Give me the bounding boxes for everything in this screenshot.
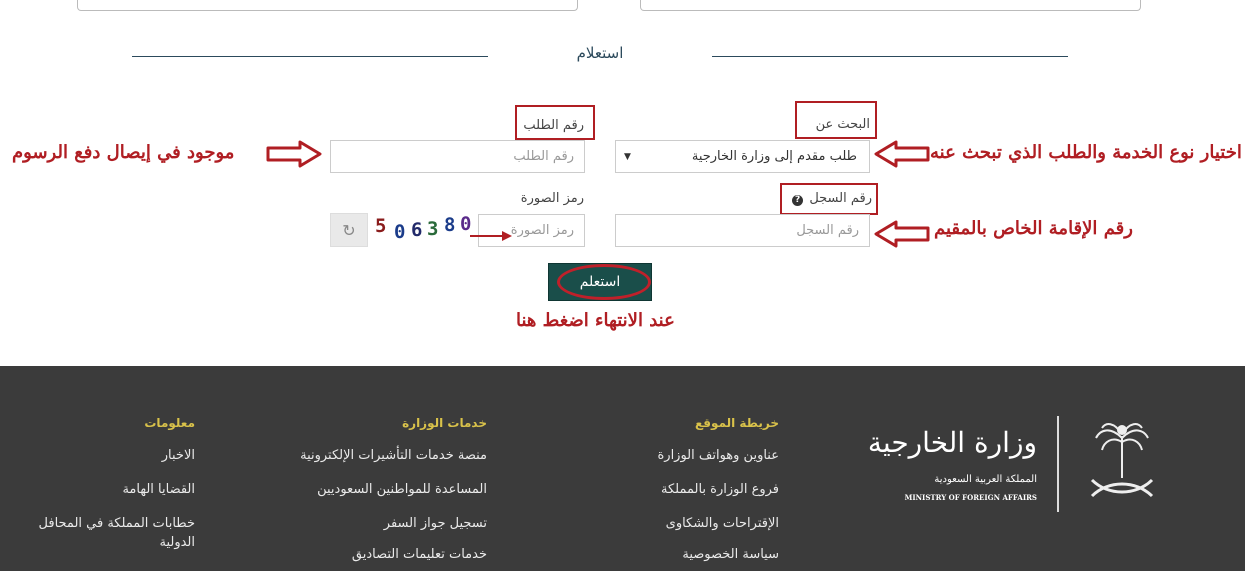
ministry-name-ar: وزارة الخارجية bbox=[867, 426, 1037, 459]
footer-link[interactable]: القضايا الهامة bbox=[122, 480, 195, 499]
captcha-label: رمز الصورة bbox=[520, 191, 584, 206]
captcha-arrow-icon bbox=[470, 231, 512, 241]
captcha-digit: 3 bbox=[427, 218, 443, 240]
footer-link[interactable]: المساعدة للمواطنين السعوديين bbox=[317, 480, 487, 499]
captcha-image: 5 0 6 3 8 0 bbox=[368, 213, 478, 247]
captcha-placeholder: رمز الصورة bbox=[510, 223, 574, 238]
search-by-highlight bbox=[795, 101, 877, 139]
submit-button[interactable]: استعلم bbox=[548, 263, 652, 301]
submit-note: عند الانتهاء اضغط هنا bbox=[516, 310, 675, 331]
chevron-down-icon: ▼ bbox=[624, 151, 631, 162]
footer: خريطة الموقع عناوين وهواتف الوزارة فروع … bbox=[0, 366, 1245, 571]
captcha-digit: 5 bbox=[375, 215, 391, 237]
refresh-icon[interactable]: ↻ bbox=[330, 213, 368, 247]
search-by-note: اختيار نوع الخدمة والطلب الذي تبحث عنه bbox=[930, 142, 1242, 163]
request-number-highlight bbox=[515, 105, 595, 140]
footer-link[interactable]: فروع الوزارة بالمملكة bbox=[661, 480, 779, 499]
record-number-label: رقم السجل bbox=[809, 191, 872, 206]
request-number-placeholder: رقم الطلب bbox=[513, 149, 574, 164]
record-number-placeholder: رقم السجل bbox=[796, 223, 859, 238]
emblem-icon bbox=[1090, 423, 1154, 498]
footer-link[interactable]: تسجيل جواز السفر bbox=[384, 514, 487, 533]
captcha-digit: 0 bbox=[394, 221, 410, 243]
help-icon[interactable]: ? bbox=[792, 195, 804, 206]
record-number-note: رقم الإقامة الخاص بالمقيم bbox=[934, 218, 1133, 239]
captcha-digit: 6 bbox=[411, 219, 427, 241]
footer-link[interactable]: منصة خدمات التأشيرات الإلكترونية bbox=[300, 446, 487, 465]
search-by-select[interactable]: طلب مقدم إلى وزارة الخارجية ▼ bbox=[615, 140, 870, 173]
record-number-label-wrap: رقم السجل ? bbox=[788, 191, 872, 206]
submit-label: استعلم bbox=[579, 274, 621, 290]
info-heading: معلومات bbox=[144, 416, 195, 430]
previous-field-bottom[interactable] bbox=[77, 0, 578, 11]
search-by-value: طلب مقدم إلى وزارة الخارجية bbox=[691, 149, 857, 164]
record-number-input[interactable]: رقم السجل bbox=[615, 214, 870, 247]
services-heading: خدمات الوزارة bbox=[402, 416, 487, 430]
footer-link[interactable]: عناوين وهواتف الوزارة bbox=[657, 446, 779, 465]
arrow-right-icon bbox=[266, 140, 322, 168]
sitemap-heading: خريطة الموقع bbox=[694, 416, 779, 430]
footer-link[interactable]: الإقتراحات والشكاوى bbox=[666, 514, 779, 533]
section-divider-right bbox=[712, 56, 1068, 57]
footer-link[interactable]: خطابات المملكة في المحافل الدولية bbox=[15, 514, 195, 552]
footer-link[interactable]: خدمات تعليمات التصاديق bbox=[352, 545, 487, 564]
previous-field-bottom-2[interactable] bbox=[640, 0, 1141, 11]
request-number-note: موجود في إيصال دفع الرسوم bbox=[12, 142, 235, 163]
footer-link[interactable]: سياسة الخصوصية bbox=[682, 545, 779, 564]
kingdom-name-ar: المملكة العربية السعودية bbox=[934, 474, 1037, 485]
ministry-name-en: MINISTRY OF FOREIGN AFFAIRS bbox=[904, 493, 1037, 502]
request-number-input[interactable]: رقم الطلب bbox=[330, 140, 585, 173]
arrow-left-icon bbox=[874, 140, 930, 168]
footer-link[interactable]: الاخبار bbox=[162, 446, 195, 465]
arrow-left-icon bbox=[874, 220, 930, 248]
captcha-digit: 8 bbox=[444, 214, 460, 236]
section-divider-left bbox=[132, 56, 488, 57]
logo-divider bbox=[1057, 416, 1059, 512]
section-title: استعلام bbox=[576, 44, 624, 62]
